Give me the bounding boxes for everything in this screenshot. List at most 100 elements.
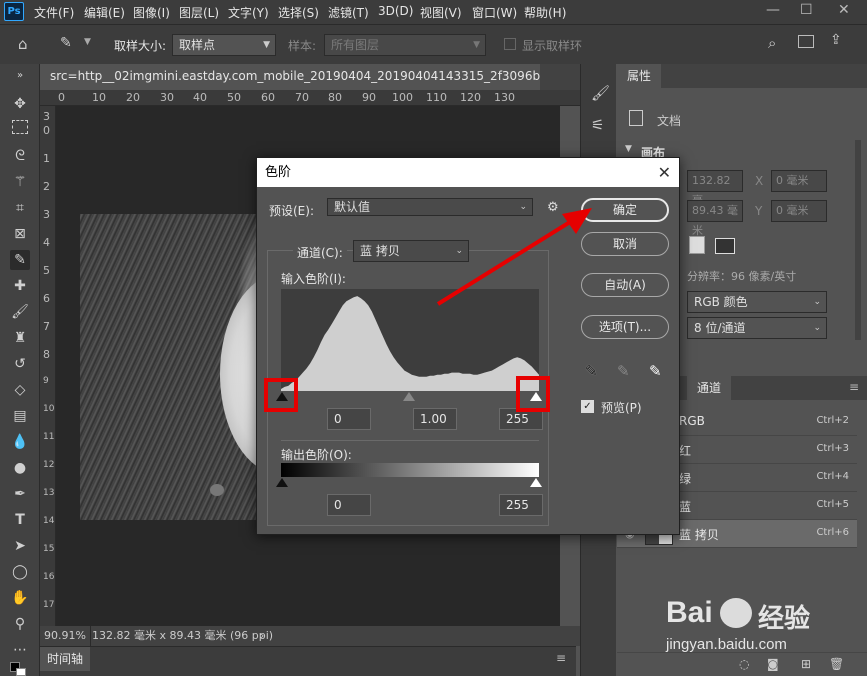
collapse-icon[interactable]: » <box>10 66 30 86</box>
brush-tool-icon[interactable]: 🖌 <box>10 302 30 322</box>
workspace-icon[interactable] <box>798 35 814 48</box>
chevron-down-icon[interactable]: ▼ <box>625 144 632 154</box>
menu-edit[interactable]: 编辑(E) <box>84 4 125 21</box>
zoom-level[interactable]: 90.91% <box>44 626 86 646</box>
preview-checkbox[interactable]: ✓ <box>581 400 594 413</box>
eraser-tool-icon[interactable]: ◇ <box>10 380 30 400</box>
lasso-tool-icon[interactable]: ᘓ <box>10 146 30 166</box>
tab-channels[interactable]: 通道 <box>687 376 732 400</box>
blur-tool-icon[interactable]: 💧 <box>10 432 30 452</box>
show-ring-checkbox[interactable] <box>504 38 516 50</box>
properties-panel-header: 属性 <box>617 64 867 88</box>
document-image[interactable] <box>80 214 270 520</box>
output-white-slider[interactable] <box>530 478 542 487</box>
eyedropper-tool-icon[interactable]: ✎ <box>10 250 30 270</box>
x-field[interactable]: 0 毫米 <box>771 170 827 192</box>
menu-image[interactable]: 图像(I) <box>133 4 170 21</box>
magic-wand-tool-icon[interactable]: ⚚ <box>10 172 30 192</box>
panel-menu-icon[interactable]: ≡ <box>556 651 566 665</box>
dialog-title: 色阶 <box>265 165 292 180</box>
height-field[interactable]: 89.43 毫米 <box>687 200 743 237</box>
chevron-down-icon: ▼ <box>473 40 480 50</box>
channel-shortcut: Ctrl+5 <box>816 499 849 510</box>
eyedropper-tool-icon[interactable]: ✎ <box>60 35 72 51</box>
input-gamma-slider[interactable] <box>403 392 415 401</box>
sample-select[interactable]: 所有图层 ▼ <box>324 34 486 56</box>
background-color-swatch[interactable] <box>16 668 26 676</box>
ruler-label: 3 <box>43 208 50 221</box>
ruler-label: 70 <box>295 91 309 104</box>
white-eyedropper-icon[interactable]: ✎ <box>649 362 662 380</box>
dodge-tool-icon[interactable]: ● <box>10 458 30 478</box>
home-icon[interactable]: ⌂ <box>18 35 28 53</box>
input-gamma-field[interactable]: 1.00 <box>413 408 457 430</box>
move-tool-icon[interactable]: ✥ <box>10 94 30 114</box>
status-menu-arrow-icon[interactable]: › <box>260 626 264 646</box>
sample-value: 所有图层 <box>331 38 380 52</box>
chevron-down-icon[interactable]: ▼ <box>84 37 91 47</box>
input-black-field[interactable]: 0 <box>327 408 371 430</box>
bit-depth-select[interactable]: 8 位/通道 ⌄ <box>687 317 827 339</box>
output-black-slider[interactable] <box>276 478 288 487</box>
options-button[interactable]: 选项(T)... <box>581 315 669 339</box>
ruler-label: 6 <box>43 292 50 305</box>
type-tool-icon[interactable]: T <box>10 510 30 530</box>
watermark-brand2: 经验 <box>758 604 811 634</box>
ruler-label: 16 <box>43 572 55 582</box>
menu-filter[interactable]: 滤镜(T) <box>328 4 369 21</box>
crop-tool-icon[interactable]: ⌗ <box>10 198 30 218</box>
ruler-label: 130 <box>494 91 515 104</box>
close-window-button[interactable]: ✕ <box>838 2 850 18</box>
adjustments-icon[interactable]: ⚟ <box>591 116 604 134</box>
search-icon[interactable]: ⌕ <box>768 34 776 52</box>
document-label: 文档 <box>657 114 682 128</box>
frame-tool-icon[interactable]: ⊠ <box>10 224 30 244</box>
portrait-orientation-icon[interactable] <box>689 236 705 254</box>
output-black-field[interactable]: 0 <box>327 494 371 516</box>
ellipse-tool-icon[interactable]: ◯ <box>10 562 30 582</box>
healing-brush-tool-icon[interactable]: ✚ <box>10 276 30 296</box>
gray-eyedropper-icon[interactable]: ✎ <box>617 362 630 380</box>
panel-menu-icon[interactable]: ≡ <box>849 380 859 394</box>
ruler-label: 7 <box>43 320 50 333</box>
menu-view[interactable]: 视图(V) <box>420 4 462 21</box>
output-white-field[interactable]: 255 <box>499 494 543 516</box>
menu-select[interactable]: 选择(S) <box>278 4 319 21</box>
scrollbar[interactable] <box>855 140 861 340</box>
color-mode-select[interactable]: RGB 颜色 ⌄ <box>687 291 827 313</box>
menu-type[interactable]: 文字(Y) <box>228 4 269 21</box>
menu-window[interactable]: 窗口(W) <box>472 4 517 21</box>
minimize-button[interactable]: — <box>766 2 780 18</box>
sample-label: 样本: <box>288 39 317 53</box>
hand-tool-icon[interactable]: ✋ <box>10 588 30 608</box>
brush-settings-icon[interactable]: 🖌 <box>591 84 610 102</box>
path-selection-tool-icon[interactable]: ➤ <box>10 536 30 556</box>
pen-tool-icon[interactable]: ✒ <box>10 484 30 504</box>
tab-properties[interactable]: 属性 <box>617 64 662 88</box>
gradient-tool-icon[interactable]: ▤ <box>10 406 30 426</box>
zoom-tool-icon[interactable]: ⚲ <box>10 614 30 634</box>
more-tools-icon[interactable]: ⋯ <box>10 640 30 660</box>
close-icon[interactable]: ✕ <box>658 158 671 187</box>
channel-name: RGB <box>679 414 705 428</box>
landscape-orientation-icon[interactable] <box>715 238 735 254</box>
share-icon[interactable]: ⇪ <box>830 32 842 48</box>
menu-file[interactable]: 文件(F) <box>34 4 74 21</box>
clone-stamp-tool-icon[interactable]: ♜ <box>10 328 30 348</box>
photoshop-logo-icon: Ps <box>4 2 24 21</box>
marquee-tool-icon[interactable] <box>12 120 28 134</box>
timeline-tab[interactable]: 时间轴 <box>40 647 90 671</box>
black-eyedropper-icon[interactable]: ✎ <box>585 362 598 380</box>
menu-help[interactable]: 帮助(H) <box>524 4 566 21</box>
width-field[interactable]: 132.82 毫 <box>687 170 743 207</box>
history-brush-tool-icon[interactable]: ↺ <box>10 354 30 374</box>
menu-3d[interactable]: 3D(D) <box>378 4 413 18</box>
maximize-button[interactable]: ☐ <box>800 2 813 18</box>
y-field[interactable]: 0 毫米 <box>771 200 827 222</box>
watermark-url: jingyan.baidu.com <box>666 636 787 653</box>
sample-size-select[interactable]: 取样点 ▼ <box>172 34 276 56</box>
menu-layer[interactable]: 图层(L) <box>179 4 219 21</box>
document-tab[interactable]: src=http__02imgmini.eastday.com_mobile_2… <box>40 64 540 90</box>
document-info: 132.82 毫米 x 89.43 毫米 (96 ppi) <box>92 629 274 642</box>
channel-shortcut: Ctrl+6 <box>816 527 849 538</box>
